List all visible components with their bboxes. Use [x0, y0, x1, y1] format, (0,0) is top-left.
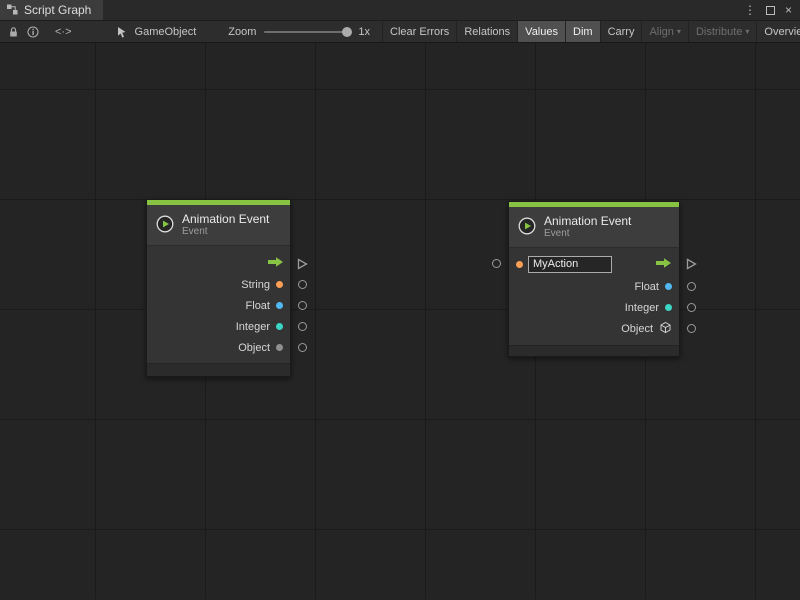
- cube-icon: [659, 321, 672, 337]
- flow-output-row: [147, 253, 290, 274]
- node-subtitle: Event: [544, 228, 631, 240]
- float-output-port[interactable]: [298, 301, 307, 310]
- kebab-menu-icon[interactable]: ⋮: [744, 4, 756, 16]
- event-name-input[interactable]: [528, 256, 612, 273]
- graph-toolbar: <·> GameObject Zoom 1x Clear Errors Rela…: [0, 21, 800, 43]
- maximize-icon[interactable]: [766, 6, 775, 15]
- string-output-port[interactable]: [298, 280, 307, 289]
- info-icon[interactable]: [27, 26, 39, 38]
- node-footer: [509, 345, 679, 356]
- float-port-dot: [276, 302, 283, 309]
- node-body: Float Integer Object: [509, 248, 679, 345]
- integer-output-port[interactable]: [687, 303, 696, 312]
- node-subtitle: Event: [182, 226, 269, 238]
- graph-canvas[interactable]: Animation Event Event String Float: [0, 43, 800, 599]
- port-row-object: Object: [147, 337, 290, 358]
- zoom-value: 1x: [358, 26, 370, 38]
- carry-button[interactable]: Carry: [600, 21, 642, 42]
- zoom-label: Zoom: [228, 26, 256, 38]
- clear-errors-button[interactable]: Clear Errors: [382, 21, 456, 42]
- dim-button[interactable]: Dim: [565, 21, 600, 42]
- gameobject-label[interactable]: GameObject: [135, 26, 197, 38]
- tab-script-graph[interactable]: Script Graph: [0, 0, 103, 20]
- node-footer: [147, 363, 290, 376]
- zoom-slider-knob[interactable]: [342, 27, 352, 37]
- code-icon[interactable]: <·>: [55, 26, 72, 38]
- node-header[interactable]: Animation Event Event: [509, 207, 679, 248]
- node-body: String Float Integer Object: [147, 246, 290, 363]
- name-input-port[interactable]: [492, 259, 501, 268]
- string-port-dot: [516, 261, 523, 268]
- relations-button[interactable]: Relations: [456, 21, 517, 42]
- float-port-dot: [665, 283, 672, 290]
- port-row-integer: Integer: [147, 316, 290, 337]
- lock-icon[interactable]: [8, 26, 19, 38]
- object-output-port[interactable]: [298, 343, 307, 352]
- object-output-port[interactable]: [687, 324, 696, 333]
- integer-output-port[interactable]: [298, 322, 307, 331]
- values-button[interactable]: Values: [517, 21, 565, 42]
- port-row-object: Object: [509, 318, 679, 339]
- port-row-float: Float: [509, 276, 679, 297]
- node-header[interactable]: Animation Event Event: [147, 205, 290, 246]
- string-port-dot: [276, 281, 283, 288]
- port-row-integer: Integer: [509, 297, 679, 318]
- toolbar-buttons: Clear Errors Relations Values Dim Carry …: [382, 21, 800, 42]
- titlebar-spacer: [103, 0, 736, 20]
- distribute-button[interactable]: Distribute▾: [688, 21, 756, 42]
- integer-port-dot: [276, 323, 283, 330]
- play-icon: [518, 217, 536, 238]
- node-title: Animation Event: [182, 212, 269, 226]
- integer-port-dot: [665, 304, 672, 311]
- object-port-dot: [276, 344, 283, 351]
- flow-output-port[interactable]: [296, 258, 308, 273]
- titlebar: Script Graph ⋮ ×: [0, 0, 800, 21]
- chevron-down-icon: ▾: [745, 27, 749, 36]
- node-animation-event-2[interactable]: Animation Event Event Float: [508, 201, 680, 357]
- node-animation-event-1[interactable]: Animation Event Event String Float: [146, 199, 291, 377]
- gameobject-icon: [116, 26, 127, 38]
- flow-output-port[interactable]: [685, 258, 697, 273]
- port-row-float: Float: [147, 295, 290, 316]
- flow-arrow-icon: [267, 256, 284, 271]
- zoom-slider[interactable]: [264, 31, 350, 33]
- play-icon: [156, 215, 174, 236]
- float-output-port[interactable]: [687, 282, 696, 291]
- name-input-row: [509, 252, 679, 276]
- node-title: Animation Event: [544, 214, 631, 228]
- flow-arrow-icon: [655, 257, 672, 272]
- port-row-string: String: [147, 274, 290, 295]
- tab-title: Script Graph: [24, 3, 91, 17]
- close-icon[interactable]: ×: [785, 4, 792, 16]
- overview-button[interactable]: Overview: [756, 21, 800, 42]
- chevron-down-icon: ▾: [677, 27, 681, 36]
- graph-icon: [6, 3, 18, 18]
- align-button[interactable]: Align▾: [641, 21, 687, 42]
